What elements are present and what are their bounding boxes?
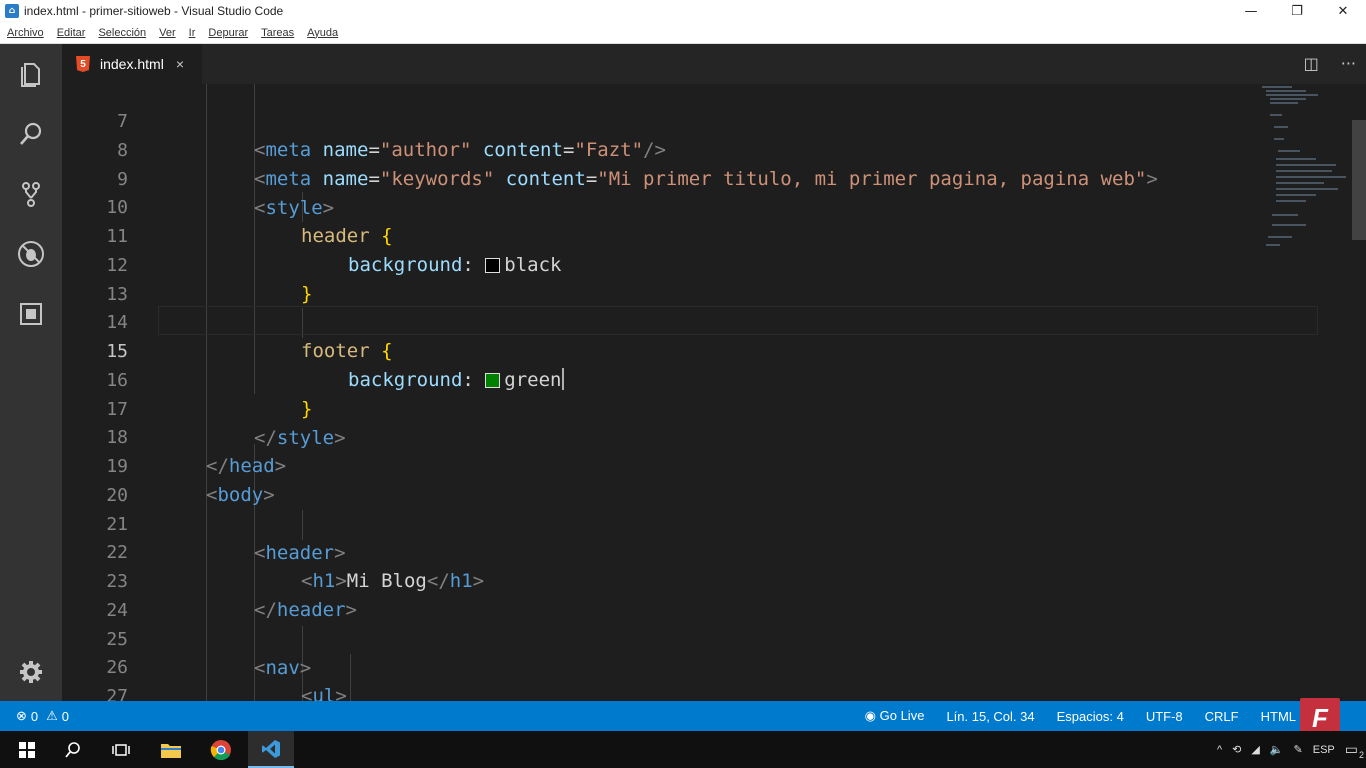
editor-tabs: 5 index.html × ◫ ··· [62, 44, 1366, 84]
code-line-13: 13 [106, 284, 128, 305]
search-icon[interactable] [0, 109, 62, 159]
code-line-27: 27 <li>Principal</li> [106, 686, 128, 701]
code-line-17: 17 </style> [106, 399, 346, 449]
activity-bar [0, 44, 62, 701]
encoding[interactable]: UTF-8 [1146, 709, 1183, 724]
tab-index-html[interactable]: 5 index.html × [62, 44, 202, 84]
tab-close-button[interactable]: × [176, 56, 184, 72]
maximize-button[interactable]: ❐ [1274, 0, 1320, 22]
code-line-15: 15 background: green [106, 341, 564, 391]
tab-label: index.html [100, 56, 164, 72]
menu-bar: Archivo Editar Selección Ver Ir Depurar … [0, 22, 1366, 44]
menu-ayuda[interactable]: Ayuda [300, 27, 344, 39]
more-actions-icon[interactable]: ··· [1341, 54, 1356, 73]
code-line-21: 21 <header> [106, 514, 346, 564]
source-control-icon[interactable] [0, 169, 62, 219]
language-indicator[interactable]: ESP [1313, 744, 1335, 756]
code-line-22: 22 <h1>Mi Blog</h1> [106, 542, 485, 592]
code-editor[interactable]: 7 <meta name="author" content="Fazt"/> 8… [62, 84, 1366, 701]
code-line-24: 24 [106, 600, 128, 621]
windows-taskbar: ^ ⟲ ◢ 🔈 ✎ ESP ▭ 2 [0, 731, 1366, 768]
windows-start-icon[interactable] [4, 731, 50, 768]
notifications-icon[interactable]: ▭ 2 [1345, 741, 1364, 760]
menu-tareas[interactable]: Tareas [254, 27, 300, 39]
minimize-button[interactable]: — [1228, 0, 1274, 22]
pen-icon[interactable]: ✎ [1294, 743, 1303, 756]
vscode-icon[interactable] [248, 731, 294, 768]
indentation[interactable]: Espacios: 4 [1057, 709, 1124, 724]
code-line-28: 28 <li>ayuda</li> [62, 682, 1262, 701]
end-of-line[interactable]: CRLF [1205, 709, 1239, 724]
code-line-26: 26 <ul> [106, 657, 347, 701]
cursor-position[interactable]: Lín. 15, Col. 34 [946, 709, 1034, 724]
vscode-icon: ⌂ [5, 4, 19, 18]
error-count: 0 [30, 708, 39, 724]
status-bar: ⊗ 0 ⚠ 0 ◉ Go Live Lín. 15, Col. 34 Espac… [0, 701, 1366, 731]
menu-ver[interactable]: Ver [152, 27, 182, 39]
code-line-20: 20 [106, 485, 128, 506]
menu-depurar[interactable]: Depurar [201, 27, 254, 39]
code-line-18: 18 </head> [106, 427, 287, 477]
code-line-23: 23 </header> [106, 571, 357, 621]
menu-seleccion[interactable]: Selección [91, 27, 152, 39]
gear-icon[interactable] [0, 647, 62, 697]
title-bar: ⌂ index.html - primer-sitioweb - Visual … [0, 0, 1366, 22]
file-explorer-icon[interactable] [148, 731, 194, 768]
window-title: index.html - primer-sitioweb - Visual St… [24, 4, 284, 18]
minimap[interactable] [1262, 84, 1350, 254]
debug-icon[interactable] [0, 229, 62, 279]
extensions-icon[interactable] [0, 289, 62, 339]
go-live-button[interactable]: ◉ Go Live [865, 708, 925, 724]
vertical-scrollbar[interactable] [1352, 120, 1366, 240]
code-line-10: 10 header { [106, 197, 393, 247]
menu-ir[interactable]: Ir [182, 27, 202, 39]
system-tray: ^ ⟲ ◢ 🔈 ✎ ESP ▭ 2 [1217, 731, 1364, 768]
close-button[interactable]: ✕ [1320, 0, 1366, 22]
network-icon[interactable]: ◢ [1251, 743, 1259, 756]
error-icon: ⊗ [16, 708, 27, 723]
code-line-11: 11 background: black [106, 226, 562, 276]
chevron-up-icon[interactable]: ^ [1217, 744, 1222, 756]
menu-archivo[interactable]: Archivo [0, 27, 50, 39]
explorer-icon[interactable] [0, 49, 62, 99]
task-view-icon[interactable] [98, 731, 144, 768]
volume-icon[interactable]: 🔈 [1270, 743, 1284, 756]
code-line-25: 25 <nav> [106, 629, 312, 679]
code-line-7: 7 <meta name="author" content="Fazt"/> [117, 111, 666, 161]
html5-icon: 5 [76, 56, 90, 72]
warning-count: 0 [61, 708, 70, 724]
search-icon[interactable] [50, 731, 96, 768]
code-line-19: 19 <body> [106, 456, 275, 506]
code-line-9: 9 <style> [117, 169, 335, 219]
menu-editar[interactable]: Editar [50, 27, 92, 39]
sync-icon[interactable]: ⟲ [1232, 743, 1241, 756]
code-line-14: 14 footer { [106, 312, 393, 362]
broadcast-icon: ◉ [864, 708, 880, 723]
chrome-icon[interactable] [198, 731, 244, 768]
code-line-8: 8 <meta name="keywords" content="Mi prim… [117, 140, 1158, 190]
language-mode[interactable]: HTML [1261, 709, 1296, 724]
split-editor-icon[interactable]: ◫ [1304, 54, 1319, 73]
problems-indicator[interactable]: ⊗ 0 ⚠ 0 [16, 708, 69, 724]
code-line-12: 12 } [106, 255, 313, 305]
warning-icon: ⚠ [46, 708, 58, 723]
code-line-16: 16 } [106, 370, 313, 420]
